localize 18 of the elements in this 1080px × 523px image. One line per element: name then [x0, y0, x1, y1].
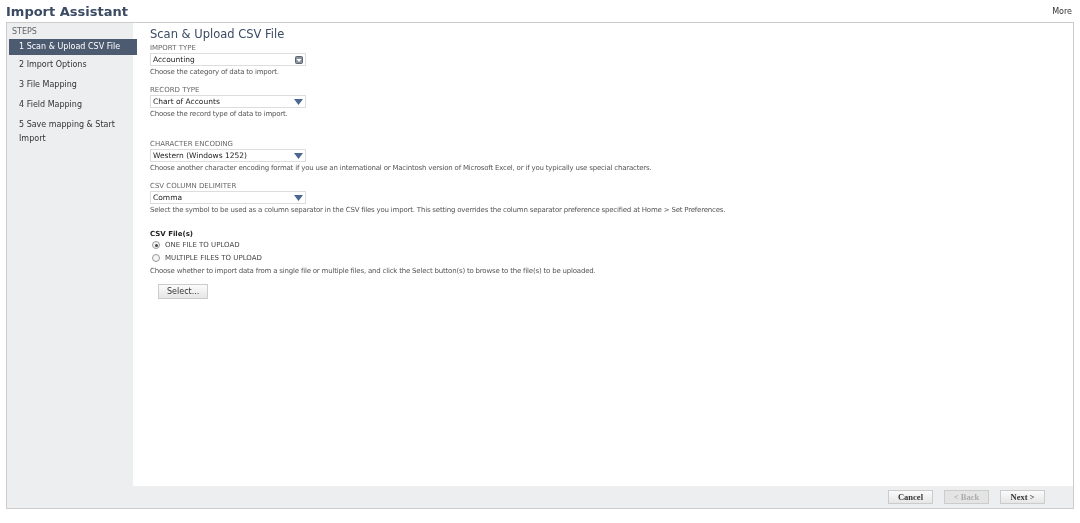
step-item[interactable]: 1 Scan & Upload CSV File	[9, 39, 137, 55]
step-item[interactable]: 4 Field Mapping	[7, 95, 137, 115]
radio-button[interactable]	[152, 241, 160, 249]
more-link[interactable]: More	[1052, 6, 1072, 16]
step-item[interactable]: 3 File Mapping	[7, 75, 137, 95]
step-item[interactable]: 2 Import Options	[7, 55, 137, 75]
dropdown-arrow-icon	[294, 194, 303, 201]
page-title: Import Assistant	[6, 3, 128, 19]
nav-button[interactable]: Next >	[1000, 490, 1045, 504]
select-button[interactable]: Select...	[158, 284, 209, 299]
list-picker-icon	[295, 55, 303, 64]
dropdown-arrow-icon	[294, 98, 303, 105]
step-item[interactable]: 5 Save mapping & Start Import	[7, 115, 137, 149]
steps-heading: STEPS	[11, 27, 38, 38]
nav-button[interactable]: Cancel	[888, 490, 933, 504]
section-title: Scan & Upload CSV File	[150, 27, 286, 41]
dropdown-arrow-icon	[294, 152, 303, 159]
radio-button[interactable]	[152, 254, 160, 262]
